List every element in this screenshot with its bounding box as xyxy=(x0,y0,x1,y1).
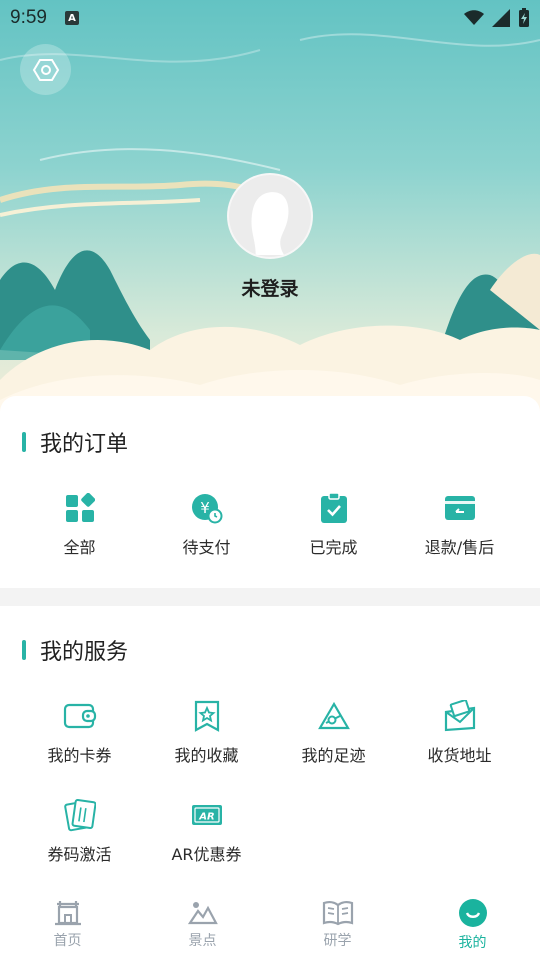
ar-coupon-icon: AR xyxy=(189,797,225,833)
services-section-title: 我的服务 xyxy=(22,634,128,666)
notification-badge-icon: A xyxy=(64,11,79,25)
nav-study-tour[interactable]: 研学 xyxy=(270,888,405,960)
wifi-icon xyxy=(464,10,484,25)
username-label[interactable]: 未登录 xyxy=(0,274,540,301)
my-orders-card: 我的订单 全部 ¥ 待支付 已完成 退款/售后 xyxy=(0,396,540,588)
envelope-address-icon xyxy=(442,698,478,734)
nav-scenic-spots-label: 景点 xyxy=(188,933,217,949)
nav-home[interactable]: 首页 xyxy=(0,888,135,960)
mountain-spot-icon xyxy=(187,902,218,925)
grid-apps-icon xyxy=(62,490,98,526)
service-ar-coupon-label: AR优惠券 xyxy=(171,845,242,864)
yen-clock-icon: ¥ xyxy=(189,490,225,526)
section-accent-bar xyxy=(22,432,26,452)
services-title-text: 我的服务 xyxy=(40,640,129,665)
nav-scenic-spots[interactable]: 景点 xyxy=(135,888,270,960)
service-shipping-address-button[interactable]: 收货地址 xyxy=(392,698,527,766)
smile-profile-icon xyxy=(458,899,487,927)
service-my-favorites-label: 我的收藏 xyxy=(174,746,239,765)
section-accent-bar xyxy=(22,640,26,660)
signal-icon xyxy=(492,9,510,27)
settings-button[interactable] xyxy=(20,44,71,95)
avatar[interactable] xyxy=(227,173,313,259)
svg-text:AR: AR xyxy=(198,812,214,823)
status-time: 9:59 xyxy=(10,7,47,28)
bookmark-star-icon xyxy=(189,698,225,734)
refund-card-icon xyxy=(442,490,478,526)
order-pending-payment-button[interactable]: ¥ 待支付 xyxy=(139,490,274,558)
order-pending-payment-label: 待支付 xyxy=(182,538,231,557)
nav-me-label: 我的 xyxy=(458,935,487,951)
ticket-cards-icon xyxy=(62,797,98,833)
nav-home-label: 首页 xyxy=(53,933,82,949)
clipboard-check-icon xyxy=(316,490,352,526)
service-my-footprints-button[interactable]: 我的足迹 xyxy=(266,698,401,766)
order-refund-label: 退款/售后 xyxy=(424,538,495,557)
service-my-coupons-button[interactable]: 我的卡券 xyxy=(12,698,147,766)
service-shipping-address-label: 收货地址 xyxy=(427,746,492,765)
order-all-button[interactable]: 全部 xyxy=(12,490,147,558)
battery-charging-icon xyxy=(519,8,529,27)
bottom-navigation: 首页 景点 研学 我的 xyxy=(0,888,540,960)
service-ar-coupon-button[interactable]: AR AR优惠券 xyxy=(139,797,274,865)
order-completed-label: 已完成 xyxy=(309,538,358,557)
orders-title-text: 我的订单 xyxy=(40,432,129,457)
default-avatar-silhouette-icon xyxy=(251,192,289,255)
open-book-icon xyxy=(322,900,353,926)
nav-study-tour-label: 研学 xyxy=(323,933,352,949)
service-code-activation-button[interactable]: 券码激活 xyxy=(12,797,147,865)
service-my-footprints-label: 我的足迹 xyxy=(301,746,366,765)
wallet-icon xyxy=(62,698,98,734)
my-services-card: 我的服务 我的卡券 我的收藏 我的足迹 收货地址 券码激活 AR AR优惠券 xyxy=(0,606,540,888)
settings-hexagon-icon xyxy=(32,58,59,81)
order-refund-button[interactable]: 退款/售后 xyxy=(392,490,527,558)
service-code-activation-label: 券码激活 xyxy=(47,845,112,864)
orders-section-title: 我的订单 xyxy=(22,426,128,458)
order-completed-button[interactable]: 已完成 xyxy=(266,490,401,558)
map-pin-triangle-icon xyxy=(316,698,352,734)
service-my-favorites-button[interactable]: 我的收藏 xyxy=(139,698,274,766)
section-divider xyxy=(0,588,540,606)
nav-me[interactable]: 我的 xyxy=(405,888,540,960)
service-my-coupons-label: 我的卡券 xyxy=(47,746,112,765)
temple-home-icon xyxy=(54,901,81,926)
status-bar: 9:59 A xyxy=(0,0,540,36)
order-all-label: 全部 xyxy=(63,538,96,557)
